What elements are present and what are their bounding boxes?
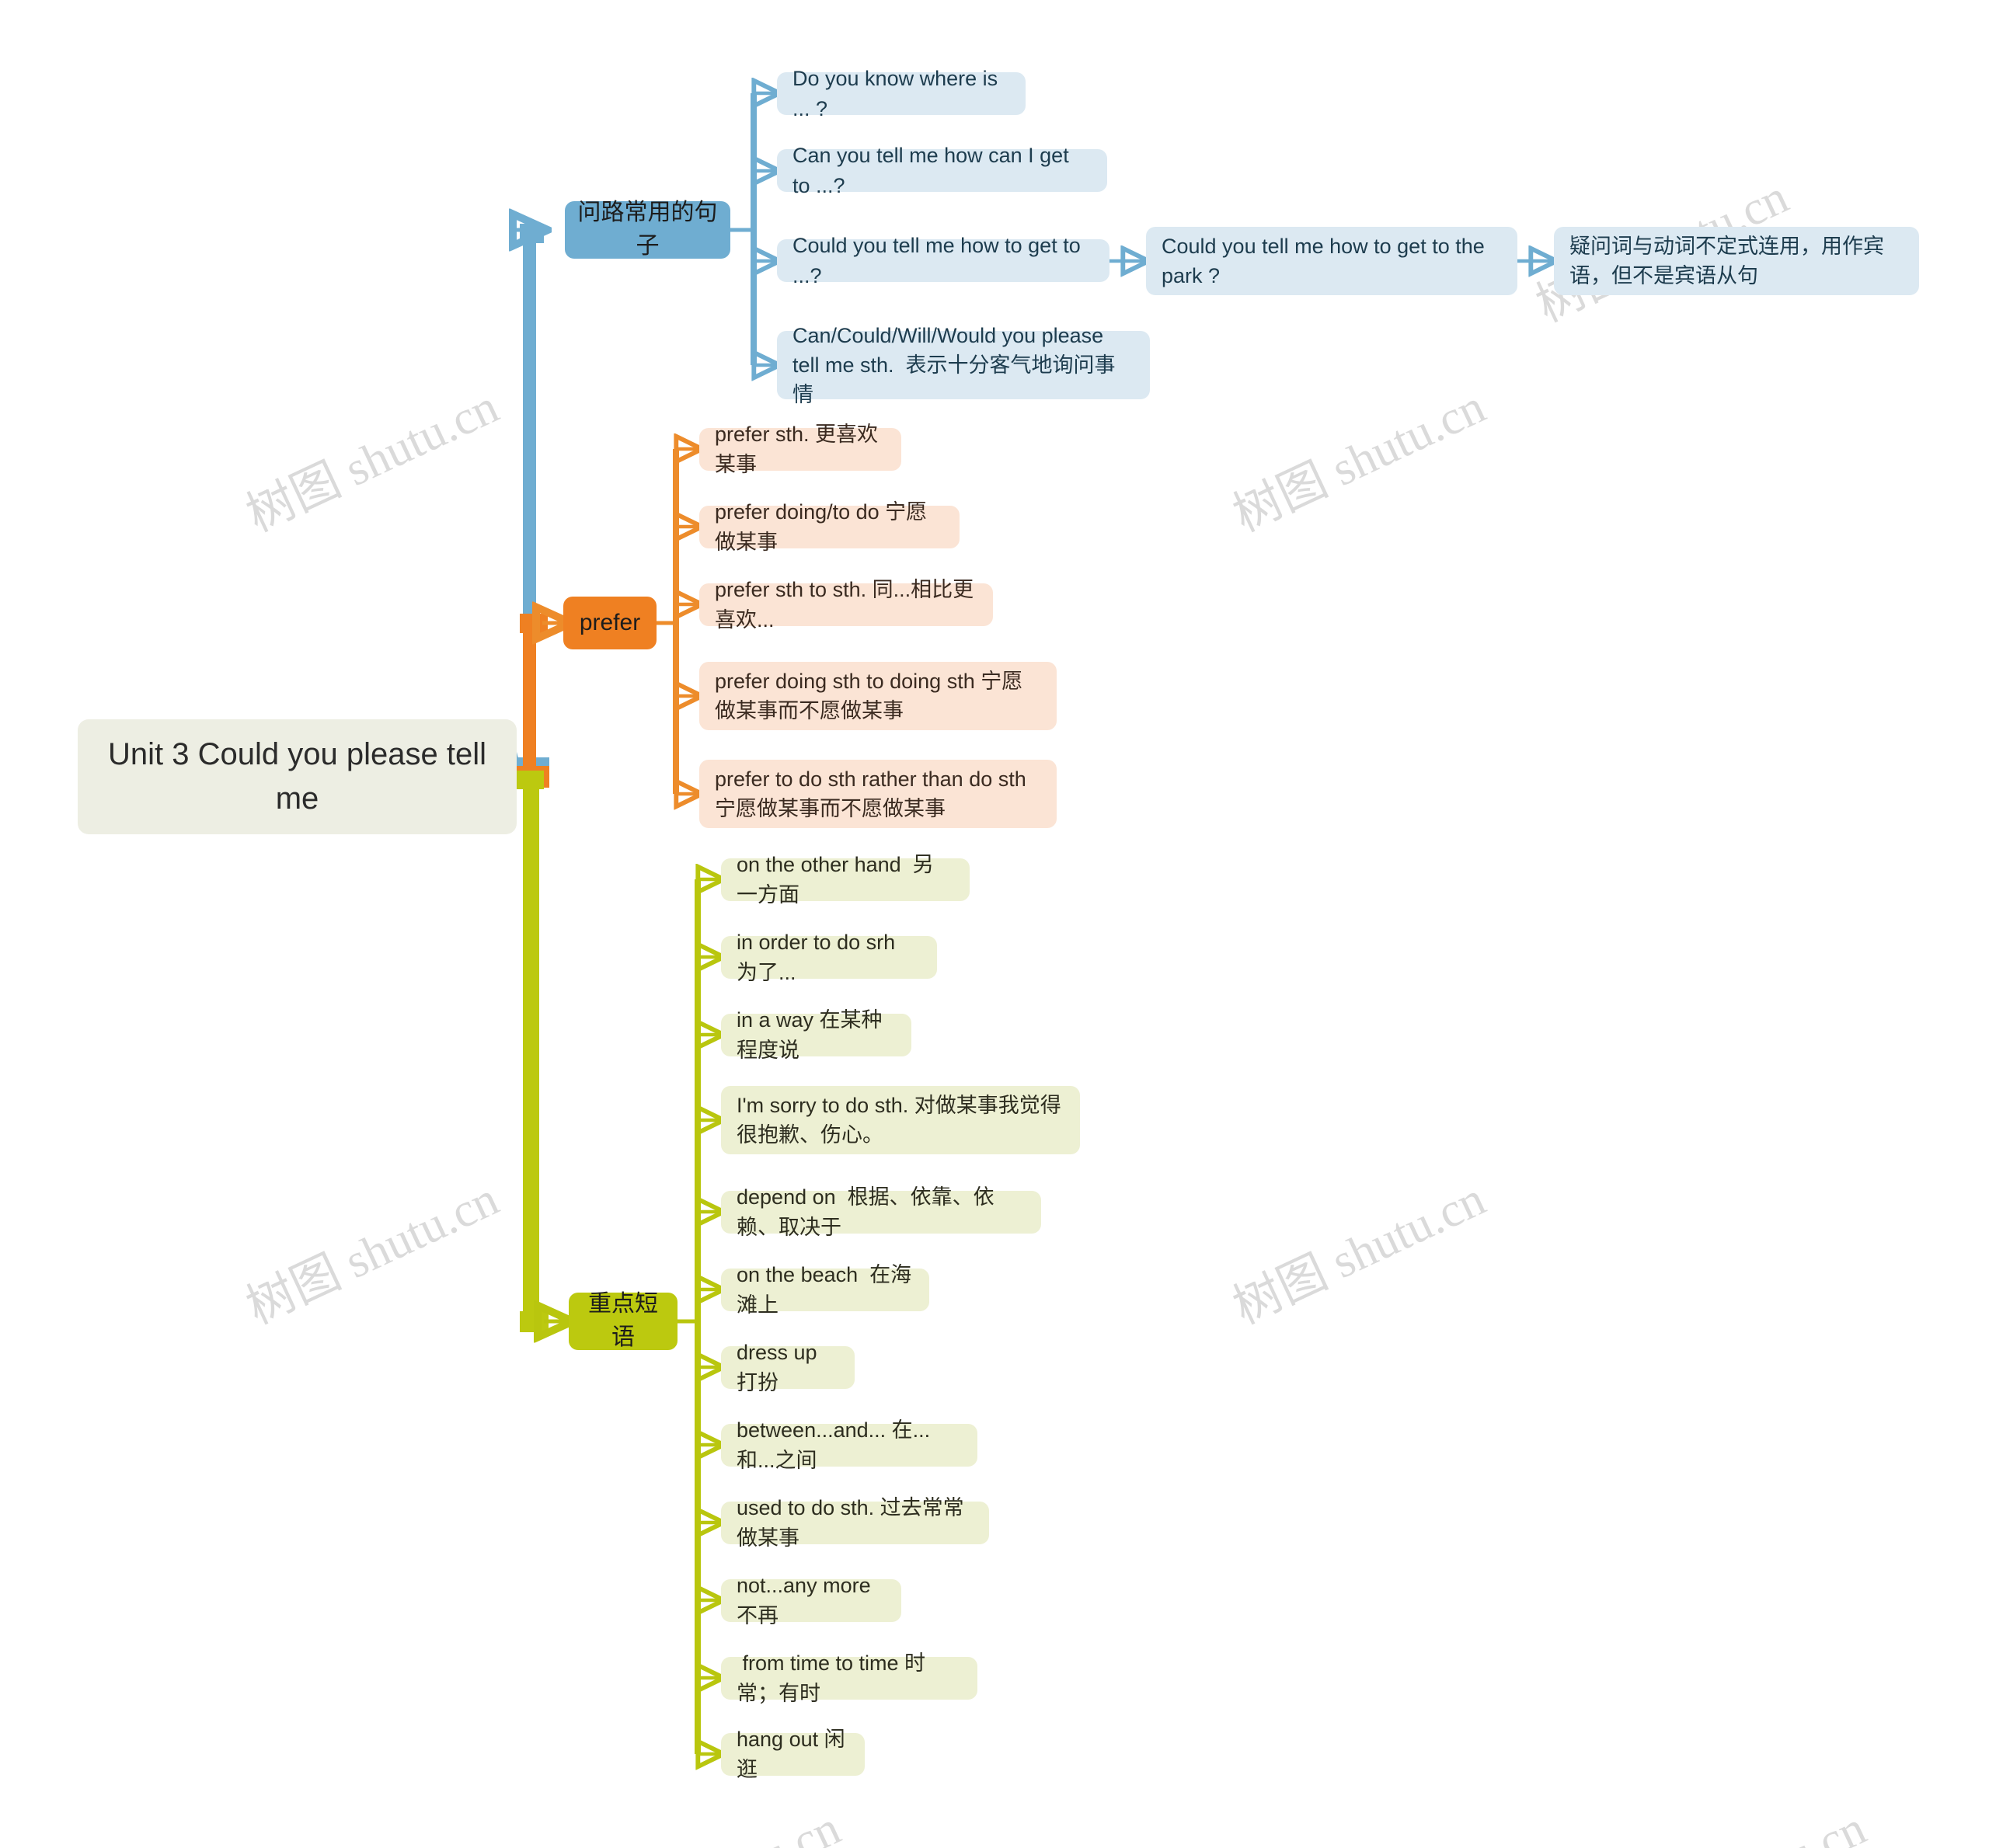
leaf-node[interactable]: on the other hand 另一方面 [721, 853, 970, 907]
leaf-node[interactable]: Could you tell me how to get to ...? [777, 234, 1109, 287]
leaf-label: Can/Could/Will/Would you please tell me … [792, 323, 1116, 407]
watermark: 树图 shutu.cn [575, 1789, 849, 1848]
leaf-label: prefer sth to sth. 同...相比更喜欢... [715, 578, 974, 632]
leaf-label: in a way 在某种程度说 [737, 1008, 883, 1062]
leaf-node[interactable]: on the beach 在海滩上 [721, 1263, 929, 1317]
leaf-node[interactable]: prefer doing sth to doing sth 宁愿做某事而不愿做某… [699, 662, 1057, 730]
leaf-label: Can you tell me how can I get to ...? [792, 144, 1075, 197]
leaf-label: prefer to do sth rather than do sth 宁愿做某… [715, 767, 1033, 820]
leaf-node[interactable]: prefer sth. 更喜欢某事 [699, 423, 901, 476]
leaf-label: on the beach 在海滩上 [737, 1263, 912, 1317]
root-node[interactable]: Unit 3 Could you please tell me [78, 719, 517, 834]
leaf-node[interactable]: from time to time 时常；有时 [721, 1651, 977, 1705]
branch-label: prefer [579, 609, 641, 635]
leaf-label: hang out 闲逛 [737, 1728, 845, 1781]
leaf-label: on the other hand 另一方面 [737, 853, 934, 907]
leaf-label: in order to do srh 为了... [737, 931, 907, 984]
leaf-label: not...any more 不再 [737, 1574, 877, 1627]
leaf-label: 疑问词与动词不定式连用，用作宾语，但不是宾语从句 [1569, 234, 1884, 287]
watermark: 树图 shutu.cn [239, 380, 507, 542]
leaf-label: between...and... 在...和...之间 [737, 1418, 931, 1472]
leaf-node[interactable]: hang out 闲逛 [721, 1728, 865, 1781]
leaf-label: used to do sth. 过去常常做某事 [737, 1496, 964, 1550]
mindmap-canvas: 树图 shutu.cn 树图 shutu.cn 树图 shutu.cn 树图 s… [0, 0, 1989, 1848]
leaf-node[interactable]: used to do sth. 过去常常做某事 [721, 1496, 989, 1550]
leaf-label: prefer sth. 更喜欢某事 [715, 423, 879, 476]
branch-node-prefer[interactable]: prefer [563, 597, 657, 649]
leaf-node[interactable]: in a way 在某种程度说 [721, 1008, 911, 1062]
leaf-node[interactable]: Do you know where is ... ? [777, 67, 1026, 120]
leaf-label: I'm sorry to do sth. 对做某事我觉得很抱歉、伤心。 [737, 1093, 1061, 1147]
leaf-label: depend on 根据、依靠、依赖、取决于 [737, 1185, 994, 1239]
leaf-node[interactable]: Could you tell me how to get to the park… [1146, 227, 1517, 295]
leaf-node[interactable]: not...any more 不再 [721, 1574, 901, 1627]
leaf-node[interactable]: Can you tell me how can I get to ...? [777, 144, 1107, 197]
leaf-label: prefer doing sth to doing sth 宁愿做某事而不愿做某… [715, 669, 1023, 722]
watermark: 树图 shutu.cn [1225, 380, 1493, 542]
leaf-node[interactable]: I'm sorry to do sth. 对做某事我觉得很抱歉、伤心。 [721, 1086, 1080, 1154]
leaf-node[interactable]: prefer doing/to do 宁愿做某事 [699, 500, 960, 554]
leaf-node[interactable]: prefer to do sth rather than do sth 宁愿做某… [699, 760, 1057, 828]
leaf-node[interactable]: between...and... 在...和...之间 [721, 1418, 977, 1472]
leaf-label: prefer doing/to do 宁愿做某事 [715, 500, 928, 554]
leaf-node[interactable]: depend on 根据、依靠、依赖、取决于 [721, 1185, 1041, 1239]
branch-label: 重点短语 [588, 1291, 658, 1350]
branch-label: 问路常用的句子 [577, 200, 718, 259]
leaf-node[interactable]: dress up 打扮 [721, 1341, 855, 1394]
leaf-label: from time to time 时常；有时 [737, 1651, 926, 1705]
watermark: 树图 shutu.cn [239, 1172, 507, 1335]
leaf-label: Could you tell me how to get to ...? [792, 234, 1087, 287]
leaf-label: Do you know where is ... ? [792, 67, 1004, 120]
branch-node-key-phrases[interactable]: 重点短语 [569, 1291, 678, 1350]
leaf-node[interactable]: prefer sth to sth. 同...相比更喜欢... [699, 578, 993, 632]
watermark: 树图 shutu.cn [1225, 1172, 1493, 1335]
root-label: Unit 3 Could you please tell me [108, 737, 496, 816]
leaf-node[interactable]: 疑问词与动词不定式连用，用作宾语，但不是宾语从句 [1554, 227, 1919, 295]
branch-node-asking-directions[interactable]: 问路常用的句子 [565, 200, 730, 259]
leaf-label: Could you tell me how to get to the park… [1162, 234, 1491, 287]
leaf-node[interactable]: Can/Could/Will/Would you please tell me … [777, 324, 1150, 406]
leaf-label: dress up 打扮 [737, 1341, 824, 1394]
watermark: 树图 shutu.cn [1601, 1789, 1875, 1848]
leaf-node[interactable]: in order to do srh 为了... [721, 931, 937, 984]
